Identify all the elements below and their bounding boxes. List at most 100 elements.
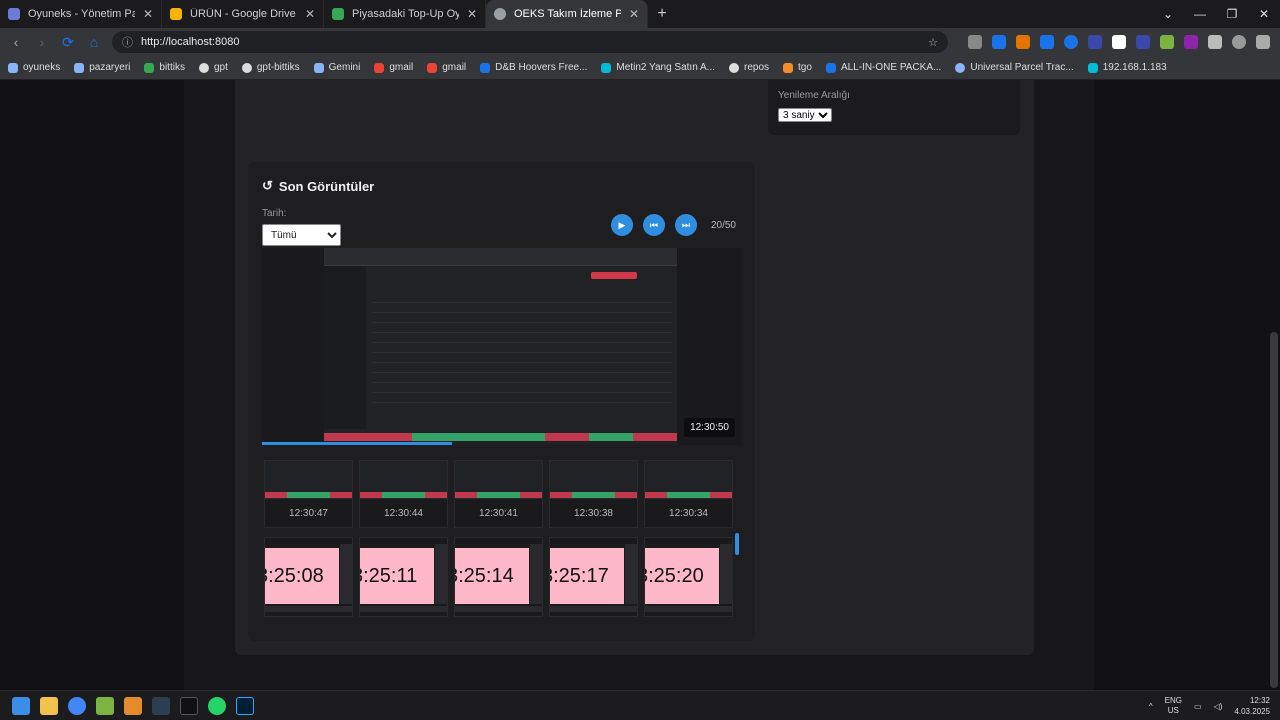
terminal-icon[interactable] [152,696,170,715]
address-bar[interactable]: ⓘ http://localhost:8080 ☆ [112,31,948,53]
bookmark-item[interactable]: D&B Hoovers Free... [480,62,587,73]
page-scrollbar[interactable] [1270,332,1278,688]
bookmark-item[interactable]: gpt-bittiks [241,62,300,73]
close-icon[interactable]: ✕ [629,7,639,21]
photoshop-icon[interactable] [236,696,254,715]
bookmark-item[interactable]: Metin2 Yang Satın A... [601,62,715,73]
browser-tab-4-active[interactable]: OEKS Takım İzleme Paneli ✕ [486,0,648,28]
next-button[interactable]: ⏭ [674,214,697,236]
whatsapp-icon[interactable] [208,696,226,715]
thumbnail[interactable]: 12:30:38 [549,460,638,528]
thumbnail-image: 3:25:20 [645,548,719,604]
site-info-icon[interactable]: ⓘ [122,34,133,50]
screenshot-row [372,376,672,383]
bookmark-icon [825,62,836,73]
bookmark-item[interactable]: ALL-IN-ONE PACKA... [825,62,941,73]
bookmark-star-icon[interactable]: ☆ [928,36,938,49]
thumbnail[interactable]: 3:25:14 [454,537,543,617]
browser-tab-bar: Oyuneks - Yönetim Paneli ✕ ÜRÜN - Google… [0,0,1280,28]
thumbnail[interactable]: 3:25:11 [359,537,448,617]
minimize-button[interactable]: — [1184,7,1216,21]
refresh-interval-select[interactable]: 3 saniye [778,108,832,122]
back-icon[interactable]: ‹ [8,34,24,50]
browser-tab-3[interactable]: Piyasadaki Top-Up Oyunlar ID N ✕ [324,0,486,28]
ext-icon[interactable] [1016,35,1030,49]
file-explorer-icon[interactable] [40,696,58,715]
browser-tab-2[interactable]: ÜRÜN - Google Drive ✕ [162,0,324,28]
main-screenshot-viewer[interactable]: 12:30:50 [262,248,741,445]
bookmark-item[interactable]: oyuneks [8,62,60,73]
thumbnail[interactable]: 12:30:41 [454,460,543,528]
forward-icon[interactable]: › [34,34,50,50]
new-tab-button[interactable]: + [648,5,676,23]
bookmark-item[interactable]: gmail [427,62,466,73]
reload-icon[interactable]: ⟳ [60,34,76,51]
home-icon[interactable]: ⌂ [86,34,102,50]
close-icon[interactable]: ✕ [305,7,315,21]
bookmark-label: pazaryeri [89,62,131,73]
bookmark-label: gmail [442,62,467,73]
close-window-button[interactable]: ✕ [1248,7,1280,21]
maximize-button[interactable]: ❐ [1216,7,1248,21]
thumbnail[interactable]: 12:30:44 [359,460,448,528]
screenshot-row [372,366,672,373]
network-icon[interactable]: ▭ [1194,702,1202,711]
windows-start-icon[interactable] [12,696,30,715]
thumbnail-scrollbar-thumb[interactable] [735,533,739,555]
camera-icon[interactable] [968,35,982,49]
notepad-icon[interactable] [96,696,114,715]
bookmark-item[interactable]: repos [729,62,769,73]
bookmark-icon [1087,62,1098,73]
thumbnail-clock-text: 3:25:20 [645,564,704,587]
menu-icon[interactable] [1256,35,1270,49]
clock-time: 12:32 [1249,696,1270,705]
thumbnail[interactable]: 12:30:47 [264,460,353,528]
thumbnail-image: 3:25:08 [265,548,339,604]
url-text: http://localhost:8080 [141,36,240,48]
thumbnail[interactable]: 3:25:08 [264,537,353,617]
bookmark-item[interactable]: tgo [783,62,812,73]
system-clock[interactable]: 12:32 4.03.2025 [1234,695,1270,717]
ext-icon[interactable] [1040,35,1054,49]
app-icon[interactable] [180,696,198,715]
bookmark-item[interactable]: gpt [198,62,228,73]
language-indicator[interactable]: ENG US [1165,696,1182,716]
browser-tab-1[interactable]: Oyuneks - Yönetim Paneli ✕ [0,0,162,28]
browser-toolbar: ‹ › ⟳ ⌂ ⓘ http://localhost:8080 ☆ [0,28,1280,56]
ext-icon[interactable] [1136,35,1150,49]
system-tray: ^ ENG US ▭ ◁) 12:32 4.03.2025 [1149,695,1270,717]
bookmark-item[interactable]: 192.168.1.183 [1087,62,1167,73]
date-filter-select[interactable]: Tümü [262,224,341,246]
ext-icon[interactable] [1088,35,1102,49]
card-header: ↺ Son Görüntüler [262,178,741,194]
flask-icon[interactable] [1160,35,1174,49]
tab-favicon-icon [8,8,20,20]
profile-icon[interactable] [1232,35,1246,49]
play-button[interactable]: ▶ [610,214,633,236]
thumbnail-scrollbar[interactable] [735,463,739,623]
bookmark-label: gpt [213,62,228,73]
close-icon[interactable]: ✕ [467,7,477,21]
tray-overflow-icon[interactable]: ^ [1149,702,1153,711]
thumbnail[interactable]: 3:25:17 [549,537,638,617]
ext-icon[interactable] [1184,35,1198,49]
previous-button[interactable]: ⏮ [642,214,665,236]
ext-icon[interactable] [1064,35,1078,49]
tab-search-icon[interactable]: ⌄ [1152,7,1184,21]
thumbnail[interactable]: 3:25:20 [644,537,733,617]
app-icon[interactable] [124,696,142,715]
close-icon[interactable]: ✕ [143,7,153,21]
thumbnail-image: 3:25:11 [360,548,434,604]
downloads-icon[interactable] [1208,35,1222,49]
bookmark-item[interactable]: Gemini [313,62,360,73]
bookmark-item[interactable]: bittiks [144,62,185,73]
bookmark-item[interactable]: gmail [374,62,413,73]
download-ext-icon[interactable] [992,35,1006,49]
ext-icon[interactable] [1112,35,1126,49]
chrome-icon[interactable] [68,696,86,715]
volume-icon[interactable]: ◁) [1214,702,1223,711]
bookmark-item[interactable]: pazaryeri [74,62,130,73]
bookmark-item[interactable]: Universal Parcel Trac... [955,62,1074,73]
thumbnail-bottom-bar [645,606,732,612]
thumbnail[interactable]: 12:30:34 [644,460,733,528]
